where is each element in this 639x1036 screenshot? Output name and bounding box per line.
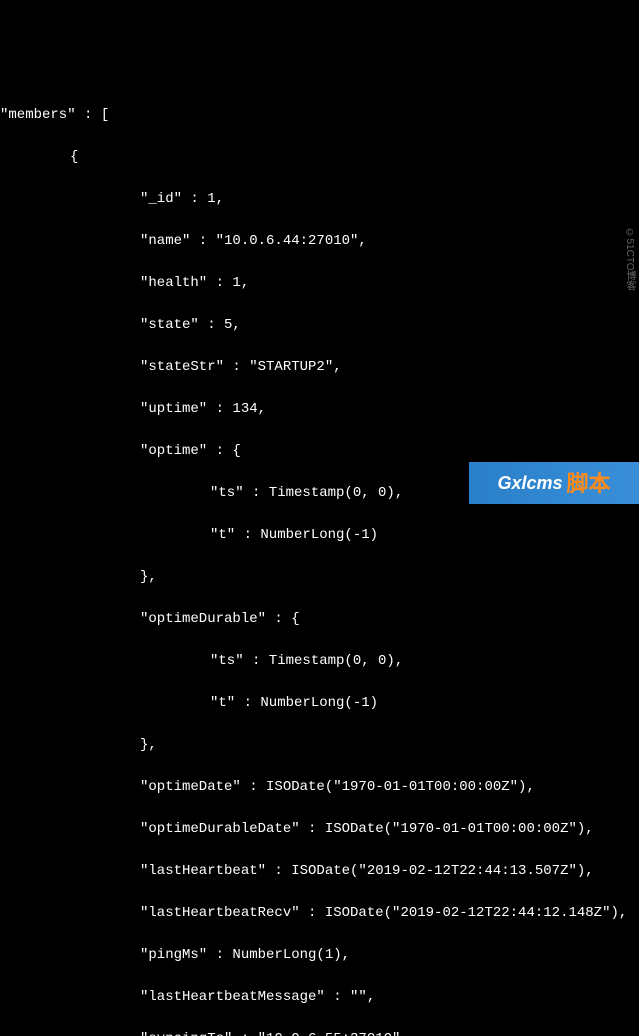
code-line: "pingMs" : NumberLong(1), <box>0 945 639 966</box>
code-line: "stateStr" : "STARTUP2", <box>0 357 639 378</box>
code-line: "lastHeartbeatMessage" : "", <box>0 987 639 1008</box>
code-line: "optime" : { <box>0 441 639 462</box>
code-line: }, <box>0 567 639 588</box>
watermark-text: ©51CTO博客 <box>622 227 637 290</box>
code-line: "uptime" : 134, <box>0 399 639 420</box>
code-line: "name" : "10.0.6.44:27010", <box>0 231 639 252</box>
code-line: "t" : NumberLong(-1) <box>0 693 639 714</box>
code-line: "members" : [ <box>0 105 639 126</box>
code-line: "ts" : Timestamp(0, 0), <box>0 651 639 672</box>
code-line: "optimeDurableDate" : ISODate("1970-01-0… <box>0 819 639 840</box>
logo-badge: Gxlcms 脚本 <box>469 462 639 504</box>
code-line: "optimeDate" : ISODate("1970-01-01T00:00… <box>0 777 639 798</box>
code-line: { <box>0 147 639 168</box>
code-block: "members" : [ { "_id" : 1, "name" : "10.… <box>0 84 639 1036</box>
code-line: "optimeDurable" : { <box>0 609 639 630</box>
code-line: "t" : NumberLong(-1) <box>0 525 639 546</box>
logo-text-english: Gxlcms <box>497 470 562 497</box>
code-line: "lastHeartbeat" : ISODate("2019-02-12T22… <box>0 861 639 882</box>
code-line: "health" : 1, <box>0 273 639 294</box>
code-line: }, <box>0 735 639 756</box>
code-line: "lastHeartbeatRecv" : ISODate("2019-02-1… <box>0 903 639 924</box>
code-line: "_id" : 1, <box>0 189 639 210</box>
code-line: "state" : 5, <box>0 315 639 336</box>
logo-text-chinese: 脚本 <box>567 467 611 500</box>
code-line: "syncingTo" : "10.0.6.55:27010", <box>0 1029 639 1036</box>
